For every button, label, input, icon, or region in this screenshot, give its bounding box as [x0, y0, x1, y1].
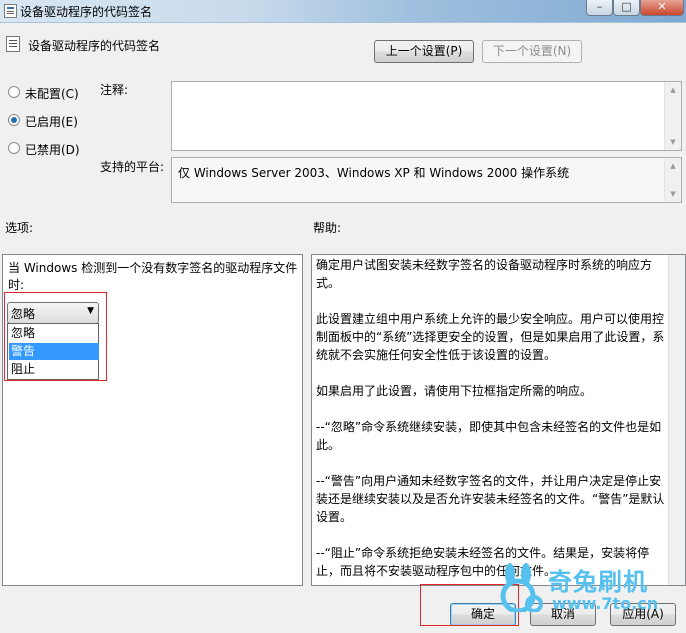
comment-scrollbar[interactable]: ▲ ▼ — [664, 82, 681, 150]
radio-enabled[interactable] — [8, 114, 20, 126]
rabbit-logo-icon — [500, 563, 543, 612]
help-paragraph: 确定用户试图安装未经数字签名的设备驱动程序时系统的响应方式。 — [316, 258, 653, 290]
radio-disabled-label[interactable]: 已禁用(D) — [25, 141, 80, 158]
maximize-button[interactable]: □ — [613, 0, 640, 16]
minimize-button[interactable]: – — [586, 0, 613, 16]
response-combobox[interactable]: 忽略 ▼ — [7, 302, 99, 324]
radio-enabled-label[interactable]: 已启用(E) — [25, 113, 78, 130]
radio-not-configured[interactable] — [8, 86, 20, 98]
setting-title: 设备驱动程序的代码签名 — [28, 39, 161, 53]
help-paragraph: --“警告”向用户通知未经数字签名的文件，并让用户决定是停止安装还是继续安装以及… — [316, 474, 665, 524]
chevron-down-icon[interactable]: ▼ — [87, 306, 94, 316]
help-text: 确定用户试图安装未经数字签名的设备驱动程序时系统的响应方式。 此设置建立组中用户… — [316, 256, 666, 598]
policy-document-icon — [4, 4, 17, 18]
next-setting-button[interactable]: 下一个设置(N) — [482, 40, 582, 63]
watermark-url: www.7to.cn — [552, 594, 659, 613]
platform-value: 仅 Windows Server 2003、Windows XP 和 Windo… — [178, 166, 570, 180]
platform-field[interactable]: 仅 Windows Server 2003、Windows XP 和 Windo… — [171, 157, 682, 203]
scroll-up-icon[interactable]: ▲ — [665, 82, 681, 98]
comment-label: 注释: — [100, 83, 129, 97]
help-label: 帮助: — [313, 221, 342, 235]
help-paragraph: 此设置建立组中用户系统上允许的最少安全响应。用户可以使用控制面板中的“系统”选择… — [316, 312, 665, 362]
combobox-value: 忽略 — [11, 307, 36, 321]
help-scrollbar[interactable] — [668, 255, 685, 585]
radio-disabled[interactable] — [8, 142, 20, 154]
dropdown-option-warn[interactable]: 警告 — [9, 343, 99, 360]
response-dropdown-list[interactable]: 忽略 警告 阻止 — [7, 323, 99, 380]
scroll-down-icon[interactable]: ▼ — [665, 134, 681, 150]
scroll-up-icon[interactable]: ▲ — [665, 158, 681, 174]
window-title: 设备驱动程序的代码签名 — [20, 5, 153, 19]
watermark-brand: 奇兔刷机 — [548, 568, 648, 596]
title-bar[interactable]: 设备驱动程序的代码签名 – □ ✕ — [0, 0, 686, 23]
platform-scrollbar[interactable]: ▲ ▼ — [664, 158, 681, 202]
scroll-down-icon[interactable]: ▼ — [665, 186, 681, 202]
options-label: 选项: — [5, 221, 34, 235]
platform-label: 支持的平台: — [100, 160, 165, 174]
help-paragraph: 如果启用了此设置，请使用下拉框指定所需的响应。 — [316, 384, 593, 398]
previous-setting-button[interactable]: 上一个设置(P) — [374, 40, 474, 63]
policy-setting-icon — [6, 36, 20, 52]
help-paragraph: --“忽略”命令系统继续安装，即使其中包含未经签名的文件也是如此。 — [316, 420, 662, 452]
comment-textarea[interactable]: ▲ ▼ — [171, 81, 682, 151]
close-button[interactable]: ✕ — [640, 0, 684, 16]
options-description: 当 Windows 检测到一个没有数字签名的驱动程序文件时: — [8, 261, 298, 292]
radio-not-configured-label[interactable]: 未配置(C) — [25, 85, 79, 102]
dropdown-option-ignore[interactable]: 忽略 — [9, 325, 99, 342]
dropdown-option-block[interactable]: 阻止 — [9, 361, 99, 378]
